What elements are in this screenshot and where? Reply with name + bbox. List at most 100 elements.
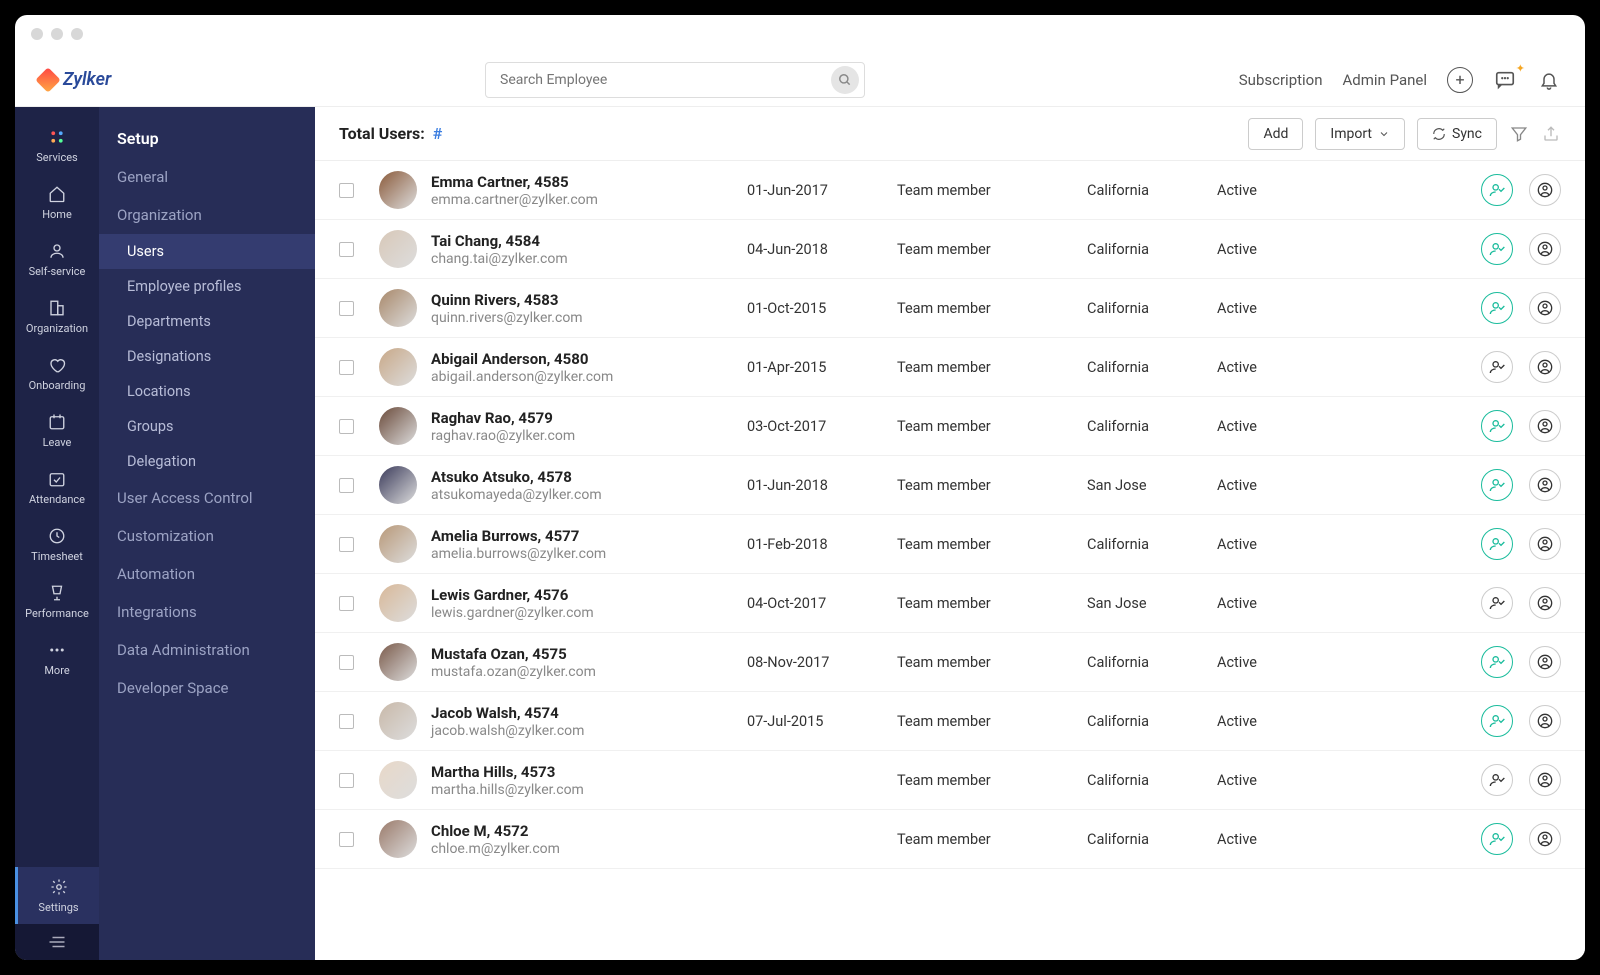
export-icon[interactable] xyxy=(1541,124,1561,144)
user-action-person-icon[interactable] xyxy=(1481,410,1513,442)
row-checkbox[interactable] xyxy=(339,537,354,552)
user-action-profile-icon[interactable] xyxy=(1529,233,1561,265)
row-checkbox[interactable] xyxy=(339,596,354,611)
user-date: 01-Feb-2018 xyxy=(747,536,897,553)
filter-icon[interactable] xyxy=(1509,124,1529,144)
user-row[interactable]: Abigail Anderson, 4580abigail.anderson@z… xyxy=(315,338,1585,397)
row-checkbox[interactable] xyxy=(339,183,354,198)
chat-icon[interactable] xyxy=(1493,68,1517,92)
rail-item-more[interactable]: More xyxy=(25,630,89,687)
user-action-person-icon[interactable] xyxy=(1481,587,1513,619)
avatar xyxy=(379,702,417,740)
user-action-profile-icon[interactable] xyxy=(1529,587,1561,619)
sidebar-item-departments[interactable]: Departments xyxy=(99,304,315,339)
user-row[interactable]: Tai Chang, 4584chang.tai@zylker.com04-Ju… xyxy=(315,220,1585,279)
user-row[interactable]: Atsuko Atsuko, 4578atsukomayeda@zylker.c… xyxy=(315,456,1585,515)
sidebar-item-employee-profiles[interactable]: Employee profiles xyxy=(99,269,315,304)
nav-rail: ServicesHomeSelf-serviceOrganizationOnbo… xyxy=(15,107,99,960)
rail-item-settings[interactable]: Settings xyxy=(15,867,99,924)
bell-icon[interactable] xyxy=(1537,68,1561,92)
user-name: Lewis Gardner, 4576 xyxy=(431,586,747,604)
sidebar-section-dev-space[interactable]: Developer Space xyxy=(99,669,315,707)
rail-item-leave[interactable]: Leave xyxy=(25,402,89,459)
user-action-profile-icon[interactable] xyxy=(1529,764,1561,796)
import-button[interactable]: Import xyxy=(1315,118,1405,150)
sidebar-item-groups[interactable]: Groups xyxy=(99,409,315,444)
sidebar-section-general[interactable]: General xyxy=(99,158,315,196)
search-input[interactable] xyxy=(485,62,865,98)
user-action-person-icon[interactable] xyxy=(1481,351,1513,383)
user-action-profile-icon[interactable] xyxy=(1529,174,1561,206)
brand-name: Zylker xyxy=(63,69,111,90)
user-action-person-icon[interactable] xyxy=(1481,646,1513,678)
sidebar-section-data-admin[interactable]: Data Administration xyxy=(99,631,315,669)
user-action-person-icon[interactable] xyxy=(1481,174,1513,206)
row-checkbox[interactable] xyxy=(339,242,354,257)
user-action-person-icon[interactable] xyxy=(1481,705,1513,737)
row-checkbox[interactable] xyxy=(339,655,354,670)
sidebar-section-organization[interactable]: Organization xyxy=(99,196,315,234)
rail-item-timesheet[interactable]: Timesheet xyxy=(25,516,89,573)
user-action-person-icon[interactable] xyxy=(1481,823,1513,855)
sidebar-section-integrations[interactable]: Integrations xyxy=(99,593,315,631)
row-checkbox[interactable] xyxy=(339,301,354,316)
user-row[interactable]: Martha Hills, 4573martha.hills@zylker.co… xyxy=(315,751,1585,810)
rail-item-home[interactable]: Home xyxy=(25,174,89,231)
user-action-profile-icon[interactable] xyxy=(1529,292,1561,324)
sync-button[interactable]: Sync xyxy=(1417,118,1497,150)
sidebar-section-customization[interactable]: Customization xyxy=(99,517,315,555)
user-action-person-icon[interactable] xyxy=(1481,528,1513,560)
search-icon[interactable] xyxy=(831,66,859,94)
user-row[interactable]: Raghav Rao, 4579raghav.rao@zylker.com03-… xyxy=(315,397,1585,456)
top-bar: Zylker Subscription Admin Panel + xyxy=(15,53,1585,107)
sidebar-item-locations[interactable]: Locations xyxy=(99,374,315,409)
user-action-person-icon[interactable] xyxy=(1481,469,1513,501)
rail-collapse-icon[interactable] xyxy=(15,924,99,960)
user-list[interactable]: Emma Cartner, 4585emma.cartner@zylker.co… xyxy=(315,161,1585,960)
sidebar-section-automation[interactable]: Automation xyxy=(99,555,315,593)
rail-item-attendance[interactable]: Attendance xyxy=(25,459,89,516)
rail-item-onboarding[interactable]: Onboarding xyxy=(25,345,89,402)
subscription-link[interactable]: Subscription xyxy=(1239,71,1323,89)
window-max-dot[interactable] xyxy=(71,28,83,40)
add-icon[interactable]: + xyxy=(1447,67,1473,93)
user-date: 01-Oct-2015 xyxy=(747,300,897,317)
user-action-profile-icon[interactable] xyxy=(1529,823,1561,855)
user-row[interactable]: Chloe M, 4572chloe.m@zylker.comTeam memb… xyxy=(315,810,1585,869)
user-action-profile-icon[interactable] xyxy=(1529,528,1561,560)
user-action-person-icon[interactable] xyxy=(1481,764,1513,796)
row-checkbox[interactable] xyxy=(339,478,354,493)
user-location: California xyxy=(1087,300,1217,317)
user-row[interactable]: Lewis Gardner, 4576lewis.gardner@zylker.… xyxy=(315,574,1585,633)
user-action-profile-icon[interactable] xyxy=(1529,646,1561,678)
row-checkbox[interactable] xyxy=(339,832,354,847)
sidebar-item-delegation[interactable]: Delegation xyxy=(99,444,315,479)
rail-item-organization[interactable]: Organization xyxy=(25,288,89,345)
user-row[interactable]: Quinn Rivers, 4583quinn.rivers@zylker.co… xyxy=(315,279,1585,338)
user-row[interactable]: Emma Cartner, 4585emma.cartner@zylker.co… xyxy=(315,161,1585,220)
row-checkbox[interactable] xyxy=(339,714,354,729)
brand-logo[interactable]: Zylker xyxy=(39,69,111,90)
row-checkbox[interactable] xyxy=(339,773,354,788)
window-close-dot[interactable] xyxy=(31,28,43,40)
sidebar-section-uac[interactable]: User Access Control xyxy=(99,479,315,517)
user-action-profile-icon[interactable] xyxy=(1529,410,1561,442)
user-action-profile-icon[interactable] xyxy=(1529,705,1561,737)
rail-item-services[interactable]: Services xyxy=(25,117,89,174)
sidebar-item-users[interactable]: Users xyxy=(99,234,315,269)
add-button[interactable]: Add xyxy=(1248,118,1303,150)
user-row[interactable]: Jacob Walsh, 4574jacob.walsh@zylker.com0… xyxy=(315,692,1585,751)
user-row[interactable]: Mustafa Ozan, 4575mustafa.ozan@zylker.co… xyxy=(315,633,1585,692)
user-action-profile-icon[interactable] xyxy=(1529,351,1561,383)
admin-panel-link[interactable]: Admin Panel xyxy=(1343,71,1427,89)
row-checkbox[interactable] xyxy=(339,360,354,375)
rail-item-performance[interactable]: Performance xyxy=(25,573,89,630)
sidebar-item-designations[interactable]: Designations xyxy=(99,339,315,374)
row-checkbox[interactable] xyxy=(339,419,354,434)
user-action-profile-icon[interactable] xyxy=(1529,469,1561,501)
user-action-person-icon[interactable] xyxy=(1481,233,1513,265)
user-row[interactable]: Amelia Burrows, 4577amelia.burrows@zylke… xyxy=(315,515,1585,574)
window-min-dot[interactable] xyxy=(51,28,63,40)
user-action-person-icon[interactable] xyxy=(1481,292,1513,324)
rail-item-self-service[interactable]: Self-service xyxy=(25,231,89,288)
